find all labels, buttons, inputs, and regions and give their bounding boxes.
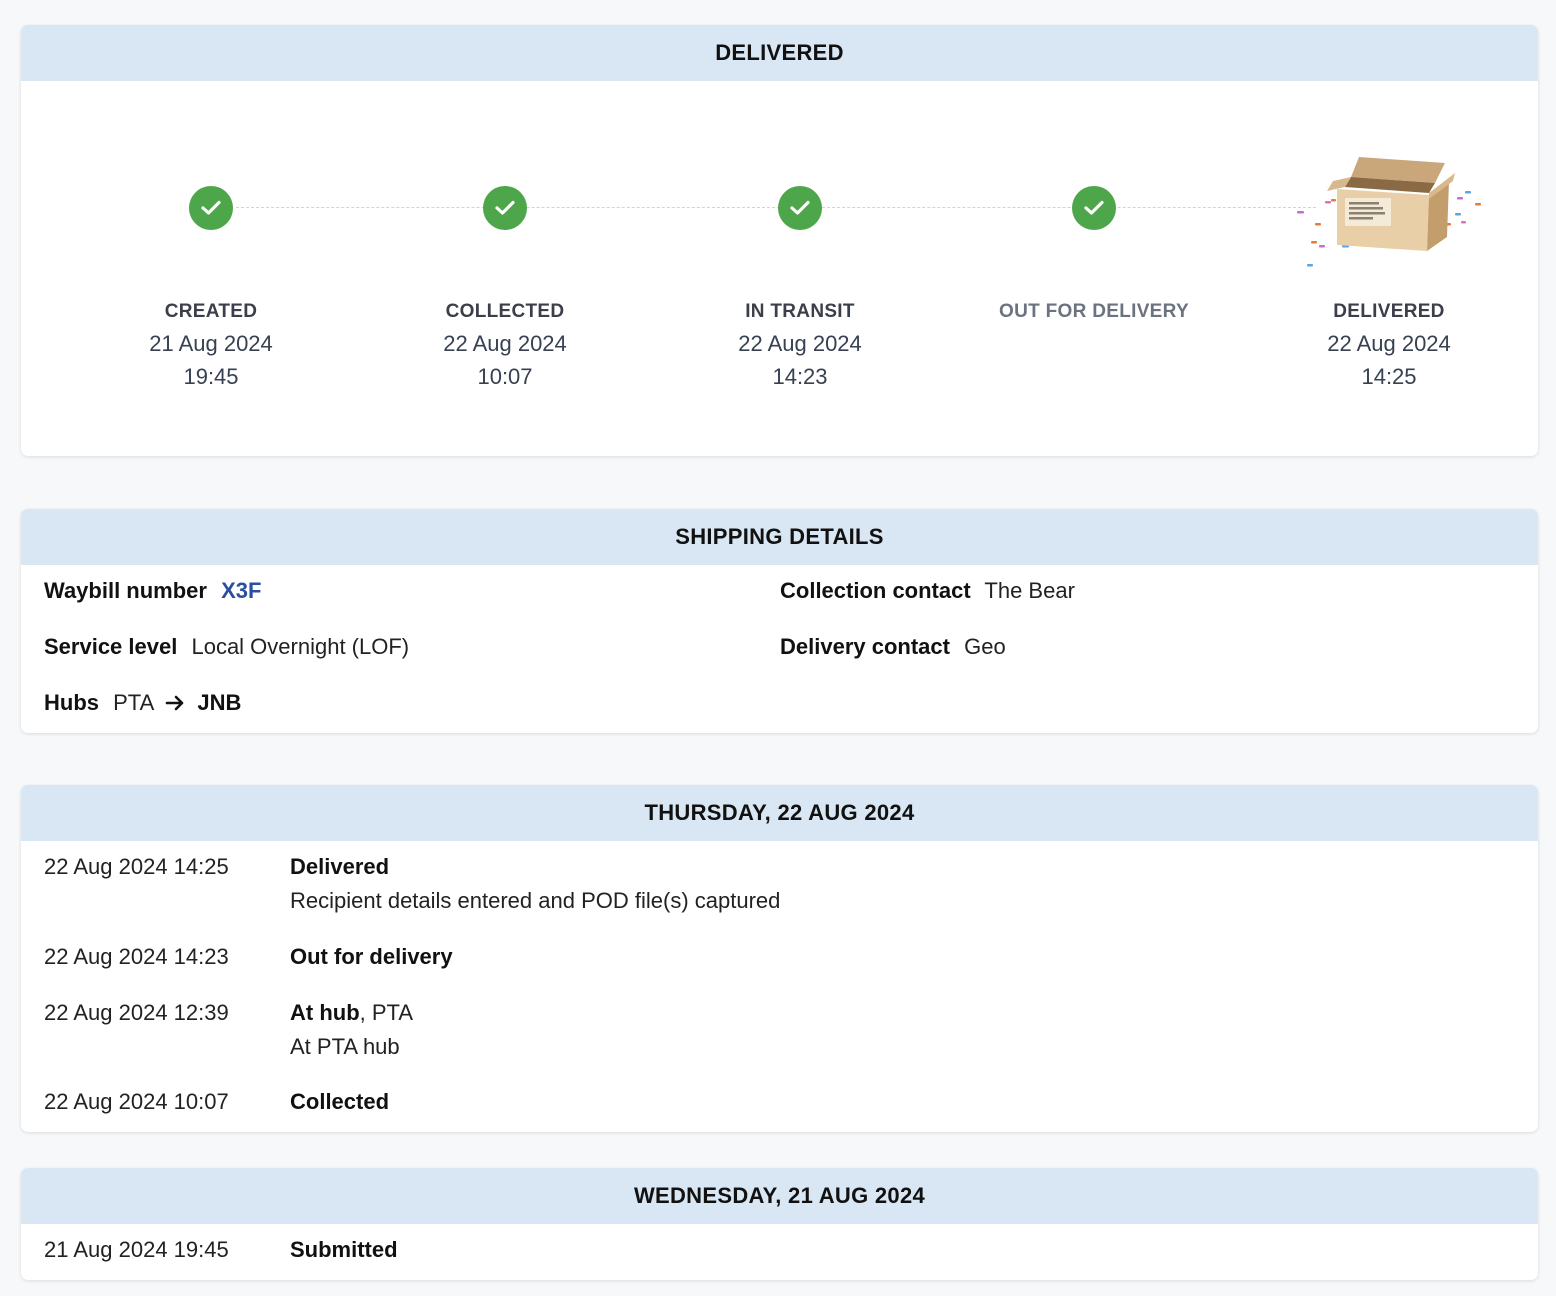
event-timestamp: 22 Aug 2024 14:23	[44, 944, 229, 969]
arrow-right-icon	[165, 695, 184, 710]
shipping-details: Waybill number X3F Service level Local O…	[21, 565, 1538, 733]
service-level-row: Service level Local Overnight (LOF)	[44, 634, 409, 660]
event-timestamp: 22 Aug 2024 10:07	[44, 1089, 229, 1114]
step-date: 22 Aug 2024	[738, 331, 862, 356]
step-in-transit: IN TRANSIT 22 Aug 2024 14:23	[680, 81, 920, 456]
service-level-value: Local Overnight (LOF)	[191, 634, 410, 659]
waybill-label: Waybill number	[44, 578, 207, 603]
timeline-day-card: WEDNESDAY, 21 AUG 2024 21 Aug 2024 19:45…	[21, 1168, 1538, 1280]
step-date: 22 Aug 2024	[443, 331, 567, 356]
shipping-details-card: SHIPPING DETAILS Waybill number X3F Serv…	[21, 509, 1538, 733]
waybill-link[interactable]: X3F	[221, 578, 261, 603]
progress-tracker: CREATED 21 Aug 2024 19:45 COLLECTED 22 A…	[21, 81, 1538, 456]
event-description: At PTA hub	[290, 1034, 400, 1059]
step-label: IN TRANSIT	[745, 301, 855, 322]
step-label: CREATED	[164, 301, 258, 322]
check-icon	[483, 186, 527, 230]
service-level-label: Service level	[44, 634, 178, 659]
timeline-day-card: THURSDAY, 22 AUG 2024 22 Aug 2024 14:25 …	[21, 785, 1538, 1132]
status-header: DELIVERED	[21, 25, 1538, 81]
check-icon	[1072, 186, 1116, 230]
delivery-contact-value: Geo	[964, 634, 1006, 659]
event-title: Out for delivery	[290, 944, 453, 969]
shipping-header: SHIPPING DETAILS	[21, 509, 1538, 565]
step-delivered: DELIVERED 22 Aug 2024 14:25	[1269, 81, 1509, 456]
step-label: COLLECTED	[445, 301, 565, 322]
step-time: 14:23	[772, 364, 828, 389]
step-created: CREATED 21 Aug 2024 19:45	[91, 81, 331, 456]
day-header: WEDNESDAY, 21 AUG 2024	[21, 1168, 1538, 1224]
check-icon	[189, 186, 233, 230]
collection-contact-value: The Bear	[984, 578, 1075, 603]
event-title: Collected	[290, 1089, 390, 1114]
check-icon	[778, 186, 822, 230]
step-time: 14:25	[1361, 364, 1417, 389]
event-title: At hub	[290, 1000, 360, 1025]
event-title: Delivered	[290, 854, 390, 879]
step-label: OUT FOR DELIVERY	[999, 301, 1189, 322]
waybill-row: Waybill number X3F	[44, 578, 261, 604]
step-time: 19:45	[183, 364, 239, 389]
event-suffix: , PTA	[359, 1000, 414, 1025]
step-date: 22 Aug 2024	[1327, 331, 1451, 356]
hub-to: JNB	[197, 690, 242, 715]
delivery-contact-row: Delivery contact Geo	[780, 634, 1006, 660]
open-box-icon	[1297, 157, 1481, 267]
hubs-row: Hubs PTA JNB	[44, 690, 241, 716]
step-time: 10:07	[477, 364, 533, 389]
event-timestamp: 22 Aug 2024 14:25	[44, 854, 229, 879]
collection-contact-label: Collection contact	[780, 578, 971, 603]
event-timestamp: 22 Aug 2024 12:39	[44, 1000, 229, 1025]
hub-from: PTA	[113, 690, 154, 715]
step-label: DELIVERED	[1333, 301, 1445, 322]
event-timestamp: 21 Aug 2024 19:45	[44, 1237, 229, 1262]
day-header: THURSDAY, 22 AUG 2024	[21, 785, 1538, 841]
event-description: Recipient details entered and POD file(s…	[290, 888, 781, 913]
collection-contact-row: Collection contact The Bear	[780, 578, 1075, 604]
hubs-label: Hubs	[44, 690, 99, 715]
step-date: 21 Aug 2024	[149, 331, 273, 356]
step-collected: COLLECTED 22 Aug 2024 10:07	[385, 81, 625, 456]
delivery-contact-label: Delivery contact	[780, 634, 950, 659]
status-card: DELIVERED CREATED 21 Aug 2024 19:45 COLL…	[21, 25, 1538, 456]
step-out-for-delivery: OUT FOR DELIVERY	[974, 81, 1214, 456]
event-title: Submitted	[290, 1237, 398, 1262]
